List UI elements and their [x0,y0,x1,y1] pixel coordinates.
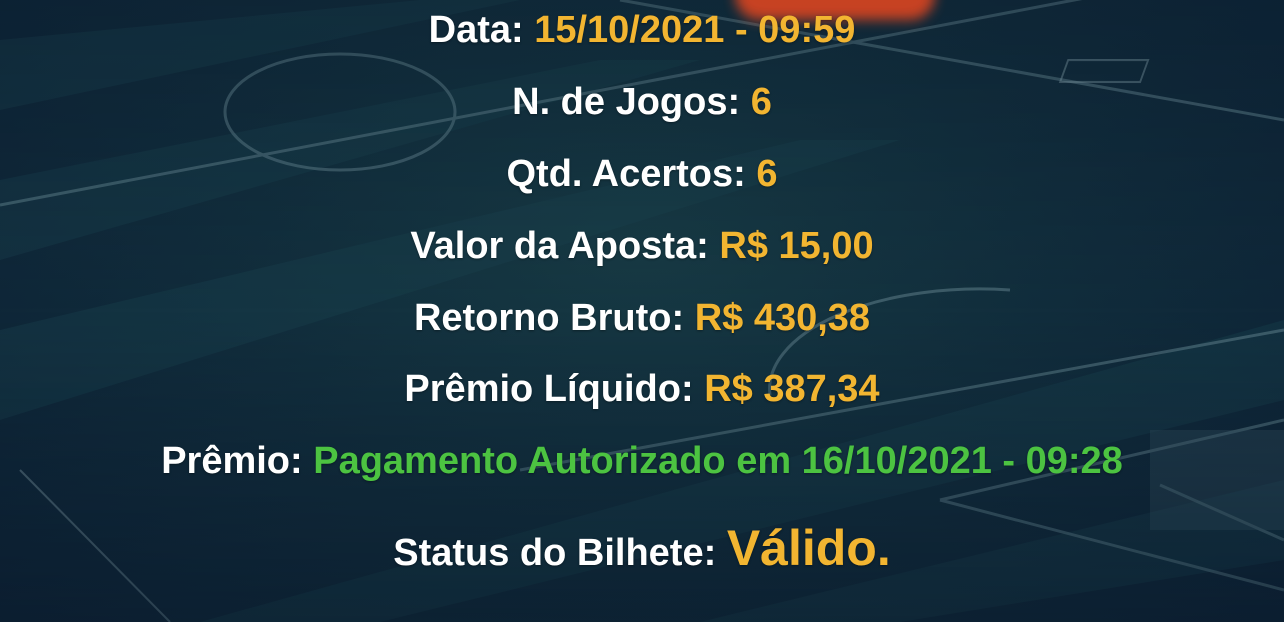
prize-payment-status: Pagamento Autorizado em 16/10/2021 - 09:… [313,440,1123,482]
net-prize-value: R$ 387,34 [704,368,880,410]
net-prize-row: Prêmio Líquido: R$ 387,34 [0,366,1284,412]
date-value: 15/10/2021 - 09:59 [534,9,856,51]
prize-status-row: Prêmio: Pagamento Autorizado em 16/10/20… [0,438,1284,484]
date-row: Data: 15/10/2021 - 09:59 [0,7,1284,53]
prize-label: Prêmio: [161,440,303,482]
gross-return-row: Retorno Bruto: R$ 430,38 [0,295,1284,341]
hits-count-value: 6 [756,153,778,195]
gross-return-value: R$ 430,38 [694,297,871,339]
games-count-label: N. de Jogos: [512,81,741,123]
gross-return-label: Retorno Bruto: [413,297,685,339]
ticket-status-row: Status do Bilhete: Válido. [0,520,1284,581]
ticket-status-label: Status do Bilhete: [393,532,717,574]
games-count-value: 6 [750,81,772,123]
date-label: Data: [428,9,524,51]
net-prize-label: Prêmio Líquido: [404,368,694,410]
games-count-row: N. de Jogos: 6 [0,79,1284,125]
bet-amount-label: Valor da Aposta: [410,225,709,267]
bet-amount-value: R$ 15,00 [719,225,874,267]
ticket-status-value: Válido. [726,520,891,576]
hits-count-row: Qtd. Acertos: 6 [0,151,1284,197]
hits-count-label: Qtd. Acertos: [506,153,746,195]
bet-amount-row: Valor da Aposta: R$ 15,00 [0,223,1284,269]
